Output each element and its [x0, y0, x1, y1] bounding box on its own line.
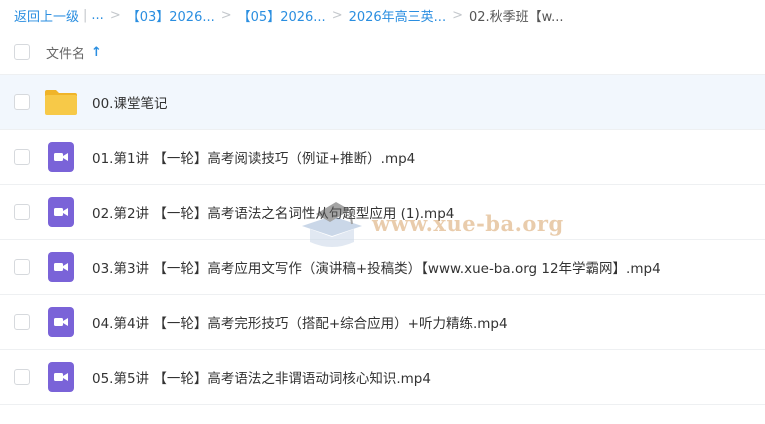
breadcrumb-item-1[interactable]: 【03】2026...	[127, 6, 215, 25]
row-checkbox[interactable]	[14, 149, 30, 165]
file-name[interactable]: 04.第4讲 【一轮】高考完形技巧（搭配+综合应用）+听力精练.mp4	[92, 312, 508, 332]
row-checkbox[interactable]	[14, 369, 30, 385]
breadcrumb-item-2[interactable]: 【05】2026...	[238, 6, 326, 25]
video-icon	[44, 250, 78, 284]
breadcrumb-current: 02.秋季班【w...	[468, 9, 564, 25]
file-row[interactable]: 01.第1讲 【一轮】高考阅读技巧（例证+推断）.mp4	[0, 130, 765, 185]
folder-icon	[44, 85, 78, 119]
table-header: 文件名 ↑	[0, 30, 765, 75]
file-list: 00.课堂笔记 01.第1讲 【一轮】高考阅读技巧（例证+推断）.mp4 02.…	[0, 75, 765, 405]
arrow-up-icon: ↑	[91, 44, 102, 60]
file-row[interactable]: 02.第2讲 【一轮】高考语法之名词性从句题型应用 (1).mp4	[0, 185, 765, 240]
row-checkbox[interactable]	[14, 259, 30, 275]
file-name[interactable]: 01.第1讲 【一轮】高考阅读技巧（例证+推断）.mp4	[92, 147, 415, 167]
chevron-right-icon: >	[331, 7, 343, 23]
sort-by-name[interactable]: 文件名 ↑	[46, 43, 102, 62]
file-row[interactable]: 05.第5讲 【一轮】高考语法之非谓语动词核心知识.mp4	[0, 350, 765, 405]
row-checkbox[interactable]	[14, 204, 30, 220]
select-all-checkbox[interactable]	[14, 44, 30, 60]
breadcrumb-divider: |	[83, 7, 88, 23]
chevron-right-icon: >	[220, 7, 232, 23]
video-icon	[44, 195, 78, 229]
file-name[interactable]: 05.第5讲 【一轮】高考语法之非谓语动词核心知识.mp4	[92, 367, 431, 387]
chevron-right-icon: >	[109, 7, 121, 23]
file-name[interactable]: 02.第2讲 【一轮】高考语法之名词性从句题型应用 (1).mp4	[92, 202, 454, 222]
row-checkbox[interactable]	[14, 314, 30, 330]
row-checkbox[interactable]	[14, 94, 30, 110]
file-name[interactable]: 00.课堂笔记	[92, 92, 167, 112]
breadcrumb-item-3[interactable]: 2026年高三英...	[349, 6, 446, 25]
breadcrumb-ellipsis[interactable]: ...	[91, 8, 103, 23]
breadcrumb: 返回上一级 | ... > 【03】2026... > 【05】2026... …	[0, 0, 765, 30]
video-icon	[44, 140, 78, 174]
file-row[interactable]: 03.第3讲 【一轮】高考应用文写作（演讲稿+投稿类）【www.xue-ba.o…	[0, 240, 765, 295]
video-icon	[44, 360, 78, 394]
file-name[interactable]: 03.第3讲 【一轮】高考应用文写作（演讲稿+投稿类）【www.xue-ba.o…	[92, 257, 661, 277]
video-icon	[44, 305, 78, 339]
column-header-name: 文件名	[46, 46, 86, 62]
file-row[interactable]: 00.课堂笔记	[0, 75, 765, 130]
back-link[interactable]: 返回上一级	[14, 6, 79, 25]
chevron-right-icon: >	[452, 7, 463, 23]
file-row[interactable]: 04.第4讲 【一轮】高考完形技巧（搭配+综合应用）+听力精练.mp4	[0, 295, 765, 350]
